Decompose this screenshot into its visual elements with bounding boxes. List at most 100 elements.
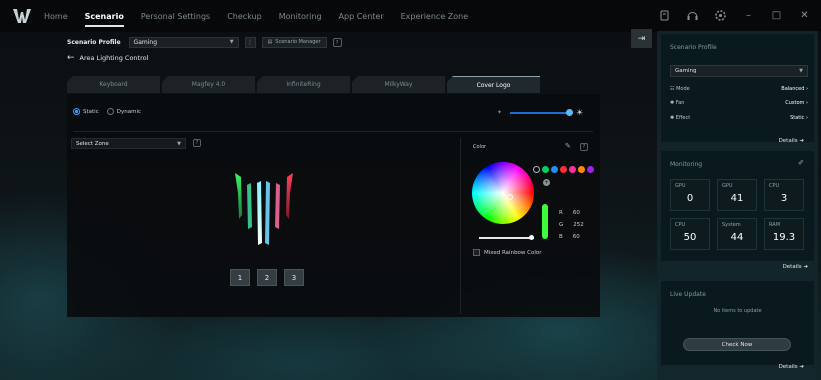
lighting-mode-row: Static Dynamic [73,108,141,115]
swatch-pink[interactable] [569,166,576,173]
zone-3-button[interactable]: 3 [284,269,304,286]
effect-label: Effect [675,115,691,121]
profile-row-fan[interactable]: ✱ Fan Custom › [670,100,808,106]
tile-value: 41 [730,193,744,204]
help-icon[interactable]: ? [332,37,342,47]
scenario-profile-value: Gaming [133,38,157,46]
cover-logo-preview [235,173,293,245]
zone-buttons: 1 2 3 [230,269,304,286]
chevron-down-icon: ▼ [229,39,234,45]
tab-infinitering[interactable]: InfiniteRing [257,76,350,93]
monitor-tile-gpu-temp: GPU 41 [717,179,757,211]
check-now-button[interactable]: Check Now [683,338,791,351]
mode-row-left: ☷ Mode [670,86,690,92]
sidebar-profile-select[interactable]: Gaming ▼ [670,65,808,77]
r-value[interactable]: 60 [573,207,580,219]
help-icon[interactable]: ? [193,139,201,147]
nav-app-center[interactable]: App Center [339,12,384,21]
nav-personal-settings[interactable]: Personal Settings [141,12,210,21]
fan-value: Custom [785,100,805,106]
eyedropper-icon[interactable]: ✎ [565,142,571,150]
right-sidebar: Scenario Profile Gaming ▼ ☷ Mode Balance… [657,31,818,380]
wrench-icon[interactable]: ✐ [798,159,804,167]
b-label: B [559,234,563,240]
scenario-manager-button[interactable]: ▤ Scenario Manager [261,36,327,48]
live-update-card: Live Update No items to update Check Now [661,281,814,365]
tile-value: 50 [683,232,697,243]
tile-label: GPU [722,183,733,189]
support-headset-icon[interactable] [686,9,699,22]
tab-milkyway[interactable]: MilkyWay [352,76,445,93]
monitor-tile-ram: RAM 19.3 [764,218,804,250]
back-arrow-icon[interactable]: ← [67,53,75,63]
monitor-tile-gpu-usage: GPU 0 [670,179,710,211]
profile-more-icon[interactable]: ⋮ [244,36,256,48]
color-wheel[interactable] [472,162,534,224]
static-label: Static [83,108,99,115]
help-icon[interactable]: ? [580,143,588,151]
predator-logo-icon [13,9,31,23]
zone-2-button[interactable]: 2 [257,269,277,286]
saturation-slider[interactable] [479,237,534,239]
swatch-custom[interactable] [533,166,540,173]
close-button[interactable]: ✕ [798,9,811,22]
nav-checkup[interactable]: Checkup [227,12,262,21]
mixed-rainbow-option: Mixed Rainbow Color [473,249,542,256]
effect-row-right: Static › [790,115,808,121]
color-wheel-handle[interactable] [507,194,513,200]
swatch-purple[interactable] [587,166,594,173]
fan-label: Fan [675,100,685,106]
static-radio[interactable] [73,108,80,115]
tile-label: RAM [769,222,781,228]
breadcrumb: ← Area Lighting Control [67,53,148,63]
brightness-slider[interactable] [510,108,574,116]
effect-row-left: ✺ Effect [670,115,690,121]
scenario-profile-label: Scenario Profile [67,38,121,46]
saturation-slider-handle[interactable] [529,235,534,240]
zone-select[interactable]: Select Zone ▼ [71,138,186,149]
mixed-rainbow-checkbox[interactable] [473,249,480,256]
details-link[interactable]: Details ➔ [783,264,808,270]
nav-experience-zone[interactable]: Experience Zone [401,12,469,21]
tab-keyboard[interactable]: Keyboard [67,76,160,93]
zone-1-button[interactable]: 1 [230,269,250,286]
details-link[interactable]: Details ➔ [779,138,804,144]
brightness-slider-handle[interactable] [566,108,574,116]
profile-row-effect[interactable]: ✺ Effect Static › [670,115,808,121]
scenario-profile-card: Scenario Profile Gaming ▼ ☷ Mode Balance… [661,34,814,144]
dynamic-radio[interactable] [106,108,114,115]
tile-value: 19.3 [772,232,796,243]
details-link[interactable]: Details ➔ [779,364,804,370]
nav-scenario[interactable]: Scenario [84,12,125,27]
swatch-green[interactable] [542,166,549,173]
notification-icon[interactable] [658,9,671,22]
scenario-profile-select[interactable]: Gaming ▼ [128,36,239,48]
nav-home[interactable]: Home [44,12,68,21]
empty-state-text: No items to update [713,308,762,314]
swatch-red[interactable] [560,166,567,173]
g-value[interactable]: 252 [573,219,584,231]
tab-magfey[interactable]: Magfey 4.0 [162,76,255,93]
maximize-button[interactable]: □ [770,9,783,22]
tile-value: 44 [730,232,744,243]
monitor-tile-cpu-temp: CPU 50 [670,218,710,250]
add-swatch-icon[interactable]: + [543,179,550,186]
rgb-values: R 60 G 252 B 60 [559,207,584,243]
details-label: Details [778,364,798,370]
swatch-orange[interactable] [578,166,585,173]
effect-value: Static [790,115,805,121]
sidebar-toggle-icon[interactable]: ⇥ [631,29,652,48]
nav-monitoring[interactable]: Monitoring [279,12,322,21]
chevron-down-icon: ▼ [177,140,181,147]
settings-gear-icon[interactable] [714,9,727,22]
tile-label: CPU [769,183,780,189]
app-window: Home Scenario Personal Settings Checkup … [0,0,821,380]
swatch-blue[interactable] [551,166,558,173]
tab-cover-logo[interactable]: Cover Logo [447,76,540,93]
mode-row-right: Balanced › [781,86,808,92]
color-swatches [533,166,594,173]
b-value[interactable]: 60 [573,231,580,243]
minimize-button[interactable]: – [742,9,755,22]
profile-row-mode[interactable]: ☷ Mode Balanced › [670,86,808,92]
scenario-profile-row: Scenario Profile Gaming ▼ ⋮ ▤ Scenario M… [67,36,342,48]
